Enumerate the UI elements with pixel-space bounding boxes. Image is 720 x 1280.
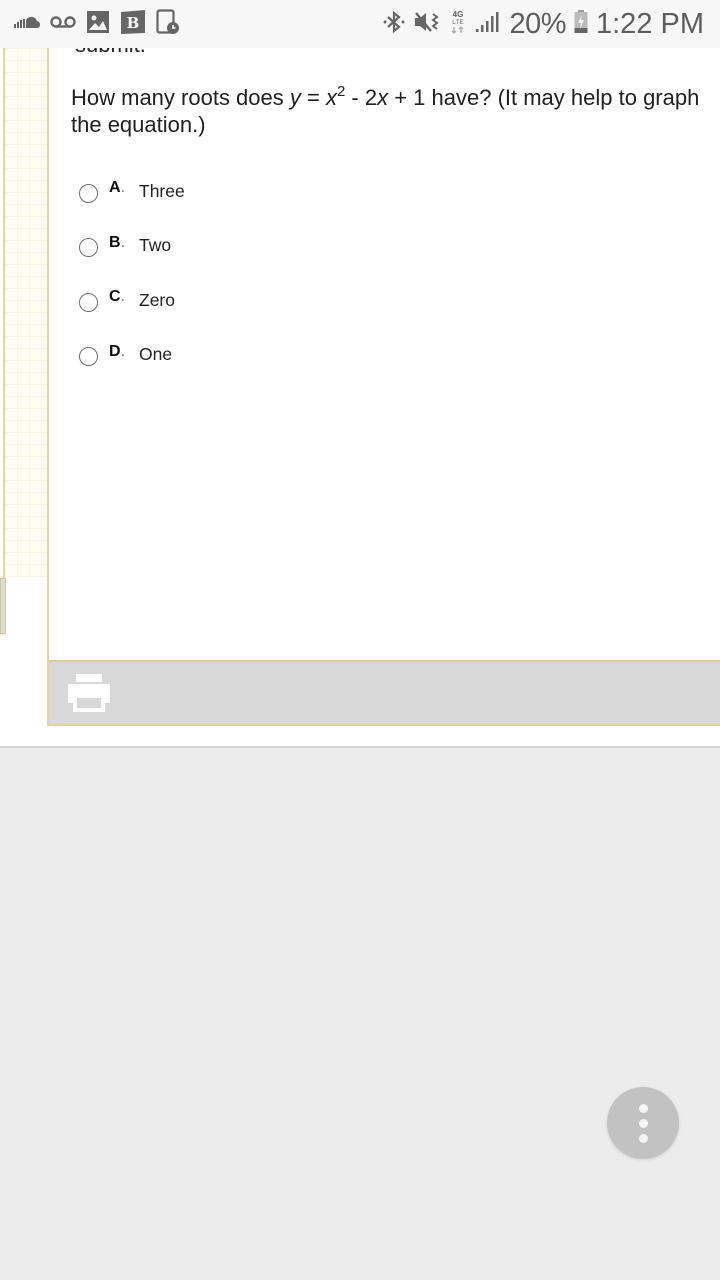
print-button[interactable]: [67, 673, 111, 713]
option-text: Zero: [139, 289, 175, 310]
vibrate-mute-icon: [413, 10, 441, 39]
answer-option-b[interactable]: B. Two: [79, 219, 185, 274]
bluetooth-icon: [383, 10, 405, 39]
answer-option-d[interactable]: D. One: [79, 328, 185, 383]
answer-options: A. Three B. Two C. Zero D. One: [79, 164, 185, 382]
network-label-top: 4G: [453, 10, 464, 19]
option-text: Three: [139, 180, 185, 201]
option-letter: A.: [109, 179, 126, 197]
battery-charging-icon: [574, 9, 588, 39]
status-bar: B 4G LTE 20% 1:22 PM: [0, 0, 720, 48]
bold-app-icon: B: [120, 9, 146, 40]
voicemail-icon: [50, 15, 76, 34]
network-label-bottom: LTE: [453, 19, 465, 26]
more-options-button[interactable]: [607, 1087, 679, 1159]
battery-percent: 20%: [509, 7, 566, 40]
variable-x: x: [325, 85, 337, 110]
soundcloud-icon: [14, 15, 41, 34]
gallery-icon: [86, 10, 110, 39]
question-middle: - 2: [345, 85, 378, 110]
printer-icon: [68, 674, 110, 712]
question-prefix: How many roots does: [71, 85, 290, 110]
radio-button[interactable]: [79, 292, 98, 312]
option-text: One: [139, 344, 173, 365]
card-footer-toolbar: [49, 660, 720, 724]
svg-text:B: B: [127, 14, 140, 32]
answer-option-a[interactable]: A. Three: [79, 164, 185, 219]
option-letter: B.: [109, 233, 126, 251]
variable-y: y: [289, 85, 301, 110]
side-panel-tab[interactable]: [0, 578, 6, 634]
side-panel: [3, 48, 49, 578]
cut-off-instruction-text: submit.: [75, 48, 146, 56]
tablet-clock-icon: [156, 8, 180, 40]
clock-time: 1:22 PM: [596, 7, 704, 40]
notification-icons: B: [14, 8, 190, 40]
webview-page: submit. How many roots does y = x2 - 2x …: [0, 48, 720, 748]
system-icons: 4G LTE 20% 1:22 PM: [375, 8, 704, 41]
option-letter: C.: [109, 288, 126, 306]
question-text: How many roots does y = x2 - 2x + 1 have…: [71, 84, 720, 138]
signal-icon: [475, 11, 501, 38]
answer-option-c[interactable]: C. Zero: [79, 273, 185, 328]
radio-button[interactable]: [79, 347, 98, 367]
equals-sign: =: [300, 85, 326, 110]
4g-lte-icon: 4G LTE: [449, 9, 467, 40]
variable-x: x: [377, 85, 389, 110]
option-letter: D.: [109, 342, 126, 360]
more-vertical-icon: [638, 1101, 648, 1146]
radio-button[interactable]: [79, 238, 98, 258]
question-card: submit. How many roots does y = x2 - 2x …: [47, 48, 720, 726]
radio-button[interactable]: [79, 183, 98, 203]
option-text: Two: [139, 235, 172, 256]
